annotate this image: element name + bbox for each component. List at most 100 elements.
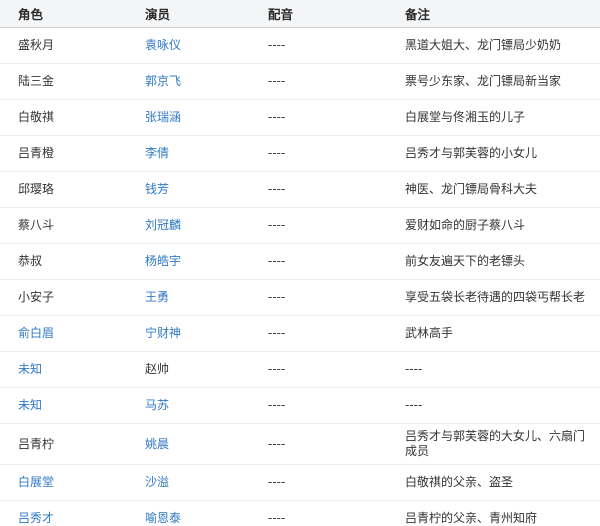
voice-placeholder: ---- — [268, 74, 285, 88]
table-row: 未知 马苏 ---- ---- — [0, 388, 600, 424]
role-text: 陆三金 — [18, 74, 54, 88]
table-header: 角色 演员 配音 备注 — [0, 0, 600, 28]
voice-placeholder-cell: ---- — [250, 64, 387, 100]
note-text-cell: 享受五袋长老待遇的四袋丐帮长老 — [387, 280, 600, 316]
actor-text: 赵帅 — [145, 362, 169, 376]
actor-link[interactable]: 张瑞涵 — [145, 110, 181, 124]
note-text: 票号少东家、龙门镖局新当家 — [405, 74, 561, 88]
role-link[interactable]: 俞白眉 — [18, 326, 54, 340]
actor-link-cell: 马苏 — [127, 388, 250, 424]
note-text: 前女友遍天下的老镖头 — [405, 254, 525, 268]
role-link-cell: 俞白眉 — [0, 316, 127, 352]
role-text-cell: 盛秋月 — [0, 28, 127, 64]
voice-placeholder-cell: ---- — [250, 28, 387, 64]
table-row: 吕青柠 姚晨 ---- 吕秀才与郭芙蓉的大女儿、六扇门成员 — [0, 424, 600, 465]
voice-placeholder: ---- — [268, 254, 285, 268]
voice-placeholder: ---- — [268, 146, 285, 160]
note-text: 白敬祺的父亲、盗圣 — [405, 475, 513, 489]
voice-placeholder: ---- — [268, 437, 285, 451]
actor-link-cell: 宁财神 — [127, 316, 250, 352]
actor-link[interactable]: 郭京飞 — [145, 74, 181, 88]
voice-placeholder-cell: ---- — [250, 208, 387, 244]
note-text: 神医、龙门镖局骨科大夫 — [405, 182, 537, 196]
voice-placeholder-cell: ---- — [250, 388, 387, 424]
actor-link-cell: 杨皓宇 — [127, 244, 250, 280]
voice-placeholder: ---- — [268, 218, 285, 232]
voice-placeholder: ---- — [268, 326, 285, 340]
voice-placeholder-cell: ---- — [250, 280, 387, 316]
cast-table: 角色 演员 配音 备注 盛秋月袁咏仪----黑道大姐大、龙门镖局少奶奶陆三金郭京… — [0, 0, 600, 526]
note-text-cell: 爱财如命的厨子蔡八斗 — [387, 208, 600, 244]
table-row: 恭叔 杨皓宇 ---- 前女友遍天下的老镖头 — [0, 244, 600, 280]
role-text-cell: 白敬祺 — [0, 100, 127, 136]
actor-link[interactable]: 宁财神 — [145, 326, 181, 340]
role-text-cell: 陆三金 — [0, 64, 127, 100]
voice-placeholder: ---- — [268, 362, 285, 376]
note-text: 白展堂与佟湘玉的儿子 — [405, 110, 525, 124]
table-row: 俞白眉 宁财神 ---- 武林高手 — [0, 316, 600, 352]
role-text: 邱璎珞 — [18, 182, 54, 196]
actor-link[interactable]: 袁咏仪 — [145, 38, 181, 52]
role-text: 恭叔 — [18, 254, 42, 268]
actor-link-cell: 喻恩泰 — [127, 501, 250, 526]
role-link[interactable]: 未知 — [18, 362, 42, 376]
role-link[interactable]: 未知 — [18, 398, 42, 412]
role-text: 吕青橙 — [18, 146, 54, 160]
role-link[interactable]: 吕秀才 — [18, 511, 54, 525]
table-row: 盛秋月袁咏仪----黑道大姐大、龙门镖局少奶奶 — [0, 28, 600, 64]
role-link-cell: 未知 — [0, 388, 127, 424]
note-text: 吕青柠的父亲、青州知府 — [405, 511, 537, 525]
actor-link[interactable]: 马苏 — [145, 398, 169, 412]
actor-link[interactable]: 杨皓宇 — [145, 254, 181, 268]
voice-placeholder-cell: ---- — [250, 100, 387, 136]
voice-placeholder: ---- — [268, 398, 285, 412]
voice-placeholder-cell: ---- — [250, 501, 387, 526]
table-row: 邱璎珞 钱芳 ---- 神医、龙门镖局骨科大夫 — [0, 172, 600, 208]
actor-link-cell: 王勇 — [127, 280, 250, 316]
actor-link[interactable]: 王勇 — [145, 290, 169, 304]
actor-link-cell: 郭京飞 — [127, 64, 250, 100]
actor-link[interactable]: 喻恩泰 — [145, 511, 181, 525]
note-text-cell: 吕秀才与郭芙蓉的大女儿、六扇门成员 — [387, 424, 600, 465]
voice-placeholder-cell: ---- — [250, 465, 387, 501]
actor-link[interactable]: 刘冠麟 — [145, 218, 181, 232]
actor-link[interactable]: 沙溢 — [145, 475, 169, 489]
actor-link[interactable]: 姚晨 — [145, 437, 169, 451]
role-text-cell: 蔡八斗 — [0, 208, 127, 244]
table-row: 蔡八斗 刘冠麟 ---- 爱财如命的厨子蔡八斗 — [0, 208, 600, 244]
voice-placeholder: ---- — [268, 511, 285, 525]
note-text-cell: 神医、龙门镖局骨科大夫 — [387, 172, 600, 208]
voice-placeholder: ---- — [268, 110, 285, 124]
role-text-cell: 邱璎珞 — [0, 172, 127, 208]
table-row: 吕秀才 喻恩泰 ---- 吕青柠的父亲、青州知府 — [0, 501, 600, 526]
actor-link[interactable]: 钱芳 — [145, 182, 169, 196]
role-text: 吕青柠 — [18, 437, 54, 451]
actor-text-cell: 赵帅 — [127, 352, 250, 388]
note-text-cell: 吕青柠的父亲、青州知府 — [387, 501, 600, 526]
actor-link-cell: 张瑞涵 — [127, 100, 250, 136]
actor-link-cell: 钱芳 — [127, 172, 250, 208]
actor-link-cell: 刘冠麟 — [127, 208, 250, 244]
note-text-cell: 吕秀才与郭芙蓉的小女儿 — [387, 136, 600, 172]
column-header-voice: 配音 — [250, 0, 387, 28]
role-link[interactable]: 白展堂 — [18, 475, 54, 489]
table-row: 小安子王勇----享受五袋长老待遇的四袋丐帮长老 — [0, 280, 600, 316]
actor-link-cell: 沙溢 — [127, 465, 250, 501]
table-body: 盛秋月袁咏仪----黑道大姐大、龙门镖局少奶奶陆三金郭京飞----票号少东家、龙… — [0, 28, 600, 526]
role-text: 盛秋月 — [18, 38, 54, 52]
voice-placeholder: ---- — [268, 182, 285, 196]
actor-link[interactable]: 李倩 — [145, 146, 169, 160]
table-row: 陆三金 郭京飞 ---- 票号少东家、龙门镖局新当家 — [0, 64, 600, 100]
note-text: 武林高手 — [405, 326, 453, 340]
note-placeholder: ---- — [405, 362, 422, 376]
column-header-note: 备注 — [387, 0, 600, 28]
role-link-cell: 吕秀才 — [0, 501, 127, 526]
role-text-cell: 恭叔 — [0, 244, 127, 280]
voice-placeholder: ---- — [268, 475, 285, 489]
voice-placeholder-cell: ---- — [250, 136, 387, 172]
note-text-cell: 白敬祺的父亲、盗圣 — [387, 465, 600, 501]
note-text: 享受五袋长老待遇的四袋丐帮长老 — [405, 290, 585, 304]
table-row: 吕青橙 李倩 ---- 吕秀才与郭芙蓉的小女儿 — [0, 136, 600, 172]
note-placeholder-cell: ---- — [387, 388, 600, 424]
voice-placeholder: ---- — [268, 38, 285, 52]
